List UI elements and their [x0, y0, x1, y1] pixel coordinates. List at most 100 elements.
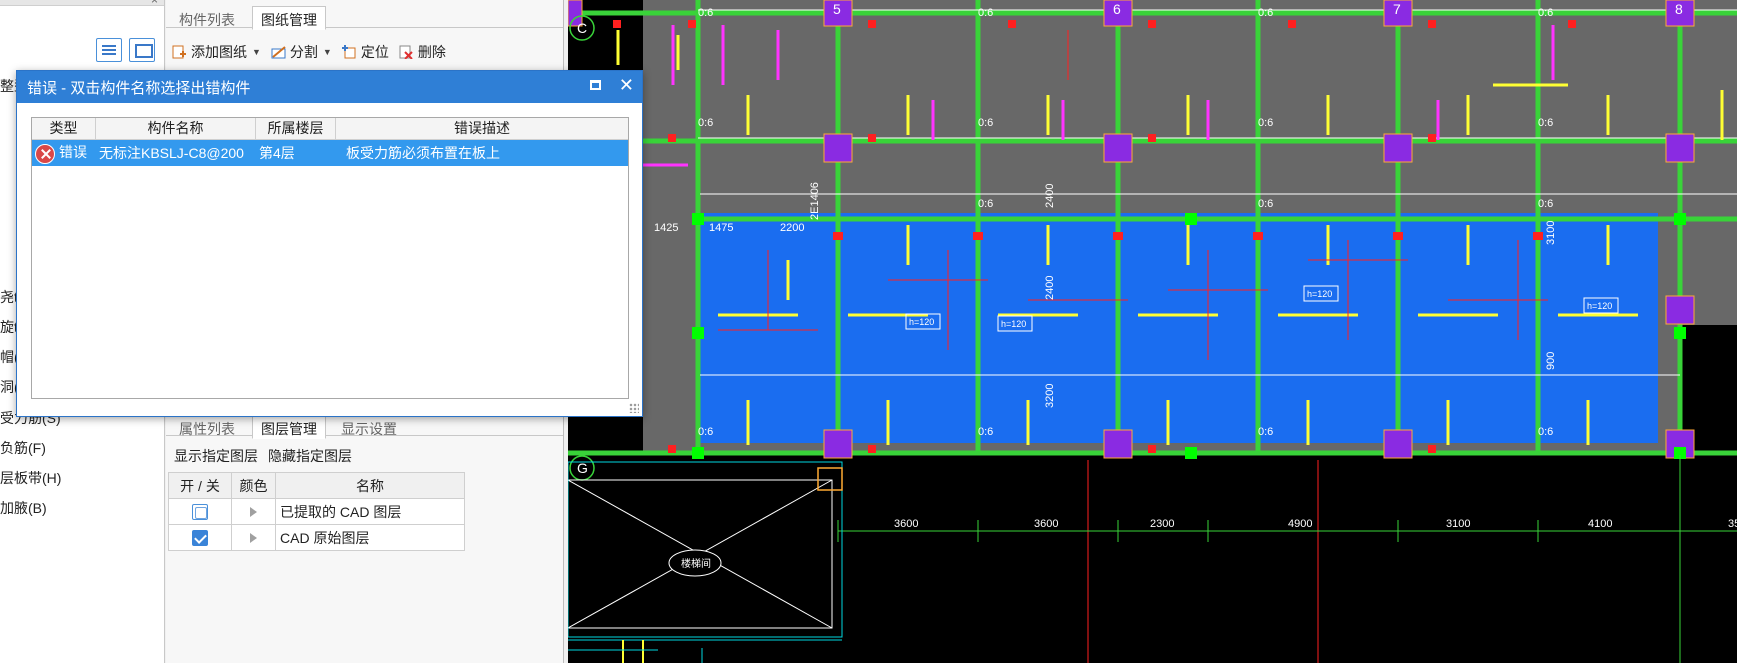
table-row[interactable]: 已提取的 CAD 图层: [168, 498, 465, 525]
error-icon: [35, 143, 55, 164]
layer-toggle-checkbox[interactable]: [192, 530, 208, 547]
split-icon: [271, 45, 286, 59]
cell-error-desc: 板受力筋必须布置在板上: [346, 145, 500, 161]
rebar-code-label: 0:6: [978, 198, 993, 210]
rebar-code-label: 0:6: [1538, 117, 1553, 129]
rebar-code-label: 0:6: [1538, 426, 1553, 438]
dimension-label: 3100: [1545, 221, 1557, 245]
layer-name: CAD 原始图层: [275, 524, 465, 551]
tab-drawing-manage[interactable]: 图纸管理: [252, 6, 326, 30]
delete-button[interactable]: 删除: [399, 42, 446, 62]
layer-name: 已提取的 CAD 图层: [275, 498, 465, 525]
delete-label: 删除: [417, 44, 446, 60]
locate-icon: [341, 45, 356, 59]
axis-label-6: 6: [1113, 1, 1121, 17]
hide-layer-button[interactable]: 隐藏指定图层: [268, 446, 352, 466]
axis-label-7: 7: [1393, 1, 1401, 17]
slab-tag: h=120: [1307, 289, 1332, 299]
dimension-label: 3100: [1446, 518, 1470, 530]
rebar-code-label: 0:6: [1258, 7, 1273, 19]
axis-label-8: 8: [1675, 1, 1683, 17]
col-color: 颜色: [231, 472, 276, 499]
dimension-label: 3600: [894, 518, 918, 530]
dimension-label: 2400: [1044, 276, 1056, 300]
add-drawing-label: 添加图纸: [191, 44, 247, 60]
color-picker-icon[interactable]: [250, 532, 257, 543]
rebar-code-label: 0:6: [978, 7, 993, 19]
tab-component-list[interactable]: 构件列表: [170, 6, 244, 30]
tab-layer-manage[interactable]: 图层管理: [252, 415, 326, 439]
chevron-down-icon[interactable]: ▼: [252, 47, 261, 57]
split-label: 分割: [289, 44, 318, 60]
col-floor: 所属楼层: [256, 118, 336, 139]
close-icon[interactable]: ×: [151, 0, 158, 7]
rebar-code-label: 0:6: [1258, 198, 1273, 210]
error-grid: 类型 构件名称 所属楼层 错误描述 错误 无标注KBSLJ-C8@200 第4层…: [31, 117, 629, 399]
col-name: 名称: [275, 472, 465, 499]
dialog-title: 错误 - 双击构件名称选择出错构件: [27, 80, 251, 97]
delete-icon: [399, 45, 413, 60]
col-onoff: 开 / 关: [168, 472, 232, 499]
slab-tag: h=120: [909, 317, 934, 327]
dimension-label: 2E1406: [809, 182, 821, 220]
dimension-label: 2400: [1044, 184, 1056, 208]
layer-toggle-checkbox[interactable]: [192, 504, 208, 521]
grid-view-icon[interactable]: [129, 38, 155, 62]
col-component-name: 构件名称: [96, 118, 256, 139]
split-button[interactable]: 分割 ▼: [271, 42, 332, 62]
stairwell-label: 楼梯间: [681, 557, 711, 570]
error-dialog: 错误 - 双击构件名称选择出错构件 ✕ 类型 构件名称 所属楼层 错误描述 错误…: [16, 70, 643, 417]
layer-table: 开 / 关 颜色 名称 已提取的 CAD 图层 CAD 原始图层: [168, 472, 465, 551]
panel-header: ×: [0, 0, 164, 7]
tree-item[interactable]: 负筋(F): [0, 438, 46, 458]
axis-label-5: 5: [833, 1, 841, 17]
show-layer-button[interactable]: 显示指定图层: [174, 446, 258, 466]
chevron-down-icon[interactable]: ▼: [323, 47, 332, 57]
cad-canvas[interactable]: C G 5 6 7 8 0:6 0:6 0:6 0:6 0:6 0:6 0:6 …: [568, 0, 1737, 663]
dimension-label: 4100: [1588, 518, 1612, 530]
locate-button[interactable]: 定位: [341, 42, 389, 62]
resize-grip-icon[interactable]: [629, 403, 639, 413]
cell-type: 错误: [59, 144, 87, 161]
dimension-label: 2300: [1150, 518, 1174, 530]
add-drawing-icon: [172, 45, 186, 59]
rebar-code-label: 0:6: [1538, 198, 1553, 210]
maximize-icon[interactable]: [589, 80, 601, 90]
slab-tag: h=120: [1001, 319, 1026, 329]
dimension-label: 900: [1545, 352, 1557, 370]
close-icon[interactable]: ✕: [619, 75, 634, 95]
tab-display-settings[interactable]: 显示设置: [332, 415, 406, 439]
slab-tag: h=120: [1587, 301, 1612, 311]
locate-label: 定位: [360, 44, 389, 60]
drawing-toolbar: 添加图纸 ▼ 分割 ▼ 定位 删除: [172, 42, 446, 62]
col-type: 类型: [32, 118, 96, 139]
rebar-code-label: 0:6: [698, 426, 713, 438]
add-drawing-button[interactable]: 添加图纸 ▼: [172, 42, 261, 62]
rebar-code-label: 0:6: [1258, 117, 1273, 129]
dimension-label: 4900: [1288, 518, 1312, 530]
cell-component-name[interactable]: 无标注KBSLJ-C8@200: [96, 143, 256, 163]
tree-item[interactable]: 层板带(H): [0, 468, 61, 488]
table-header-row: 开 / 关 颜色 名称: [168, 472, 465, 499]
rebar-code-label: 0:6: [698, 7, 713, 19]
grid-header: 类型 构件名称 所属楼层 错误描述: [32, 118, 628, 140]
table-row[interactable]: 错误 无标注KBSLJ-C8@200 第4层 板受力筋必须布置在板上: [32, 140, 628, 166]
rebar-code-label: 0:6: [698, 117, 713, 129]
list-view-icon[interactable]: [96, 38, 122, 62]
dialog-titlebar[interactable]: 错误 - 双击构件名称选择出错构件 ✕: [17, 71, 642, 103]
tab-properties[interactable]: 属性列表: [170, 415, 244, 439]
tree-item[interactable]: 加腋(B): [0, 498, 47, 518]
table-row[interactable]: CAD 原始图层: [168, 524, 465, 551]
color-picker-icon[interactable]: [250, 506, 257, 517]
col-error-desc: 错误描述: [454, 120, 510, 136]
rebar-code-label: 0:6: [978, 426, 993, 438]
rebar-code-label: 0:6: [1258, 426, 1273, 438]
top-tab-bar: 构件列表 图纸管理: [166, 0, 563, 30]
layer-actions: 显示指定图层 隐藏指定图层: [174, 446, 352, 466]
axis-label-c: C: [577, 20, 587, 36]
dimension-label: 2200: [780, 222, 804, 234]
rebar-code-label: 0:6: [1538, 7, 1553, 19]
dimension-label: 1475: [709, 222, 733, 234]
dimension-label: 35: [1728, 518, 1737, 530]
dimension-label: 1425: [654, 222, 678, 234]
